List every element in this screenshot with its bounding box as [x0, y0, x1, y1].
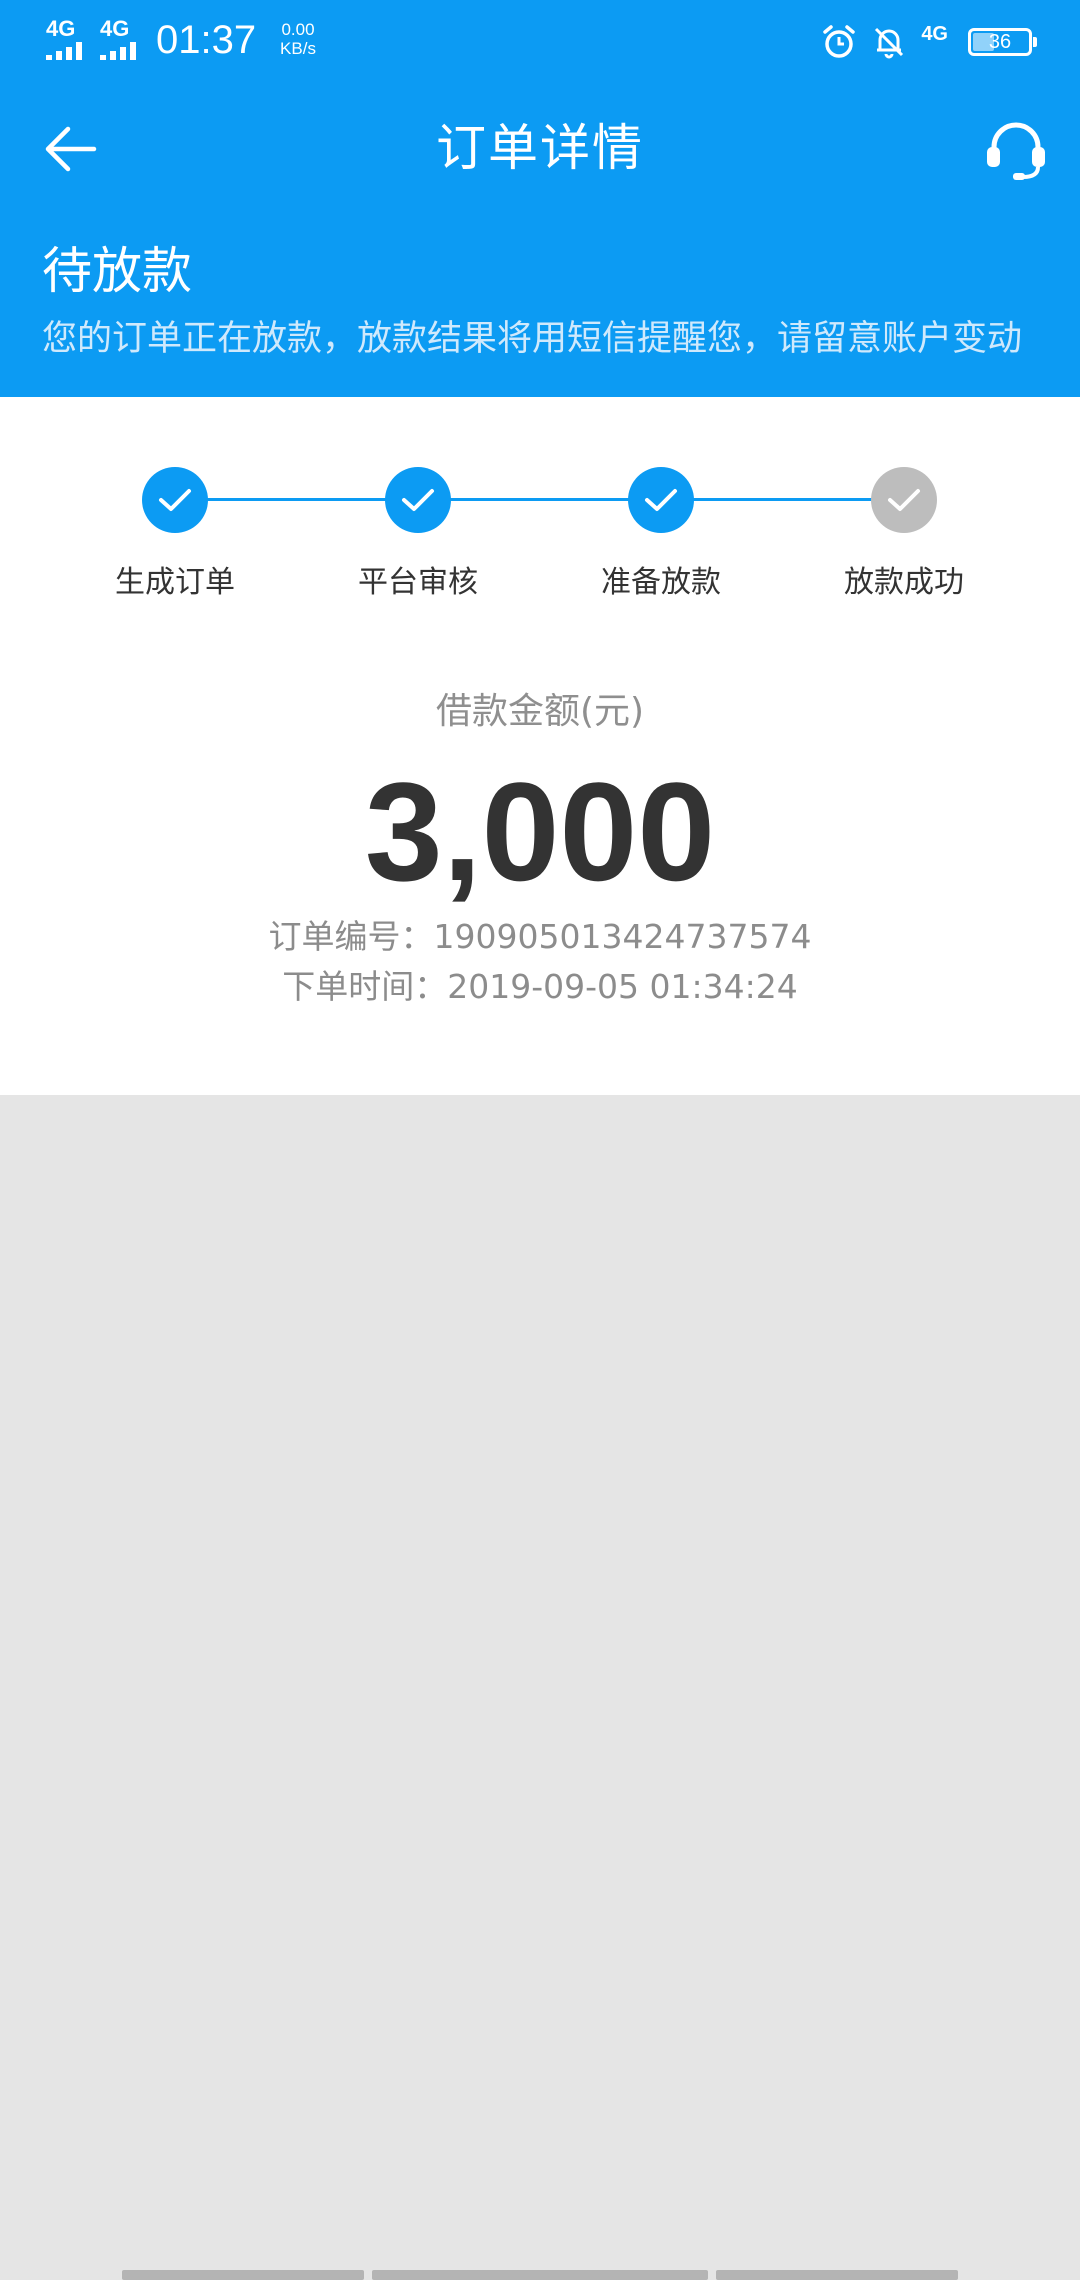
step-label: 放款成功 — [844, 565, 964, 600]
step-label: 生成订单 — [115, 565, 235, 600]
order-detail-card: 生成订单 平台审核 准备放款 放款成功 借款金额(元) 3,000 订单编号：1… — [0, 397, 1080, 1095]
order-time-row: 下单时间：2019-09-05 01:34:24 — [0, 965, 1080, 1009]
order-detail-page: 4G 4G 01:37 0.00 KB/s 4G 36 订单详情 待放款 您的订… — [0, 0, 1080, 2280]
network-speed: 0.00 KB/s — [268, 20, 328, 58]
status-icons: 4G 36 — [821, 20, 1037, 64]
order-number-value: 190905013424737574 — [433, 917, 812, 956]
step-check-icon — [871, 467, 937, 533]
right-network-label: 4G — [921, 23, 948, 45]
page-title: 订单详情 — [436, 119, 644, 177]
step-label: 准备放款 — [601, 565, 721, 600]
step-create-order: 生成订单 — [55, 467, 295, 603]
order-status-title: 待放款 — [42, 242, 192, 300]
sim1-network-label: 4G — [46, 16, 76, 41]
order-time-label: 下单时间： — [282, 967, 448, 1006]
order-time-value: 2019-09-05 01:34:24 — [447, 967, 798, 1006]
order-status-description: 您的订单正在放款，放款结果将用短信提醒您，请留意账户变动 — [42, 319, 1023, 359]
step-prepare-loan: 准备放款 — [541, 467, 781, 603]
status-time: 01:37 — [156, 18, 257, 62]
nav-gesture-bar[interactable] — [372, 2270, 708, 2280]
loan-amount-label: 借款金额(元) — [435, 691, 645, 732]
headset-icon — [987, 122, 1045, 180]
app-bar: 订单详情 — [0, 100, 1080, 196]
alarm-icon — [823, 25, 856, 58]
progress-stepper: 生成订单 平台审核 准备放款 放款成功 — [0, 467, 1080, 607]
speed-value: 0.00 — [281, 20, 315, 39]
header-area: 4G 4G 01:37 0.00 KB/s 4G 36 订单详情 待放款 您的订… — [0, 0, 1080, 397]
step-check-icon — [628, 467, 694, 533]
loan-amount: 3,000 — [364, 753, 716, 910]
battery-icon: 36 — [968, 28, 1037, 56]
step-check-icon — [385, 467, 451, 533]
sim2-network-label: 4G — [100, 16, 130, 41]
order-number-label: 订单编号： — [268, 917, 434, 956]
speed-unit: KB/s — [280, 39, 316, 58]
step-check-icon — [142, 467, 208, 533]
sim1-signal-icon: 4G — [46, 18, 106, 60]
customer-service-button[interactable] — [974, 110, 1058, 190]
battery-level: 36 — [988, 31, 1012, 53]
nav-gesture-bar[interactable] — [122, 2270, 364, 2280]
sim2-signal-icon: 4G — [100, 18, 160, 60]
step-label: 平台审核 — [358, 565, 478, 600]
nav-gesture-bar[interactable] — [716, 2270, 958, 2280]
step-platform-review: 平台审核 — [298, 467, 538, 603]
bell-off-icon — [875, 27, 904, 59]
step-loan-success: 放款成功 — [784, 467, 1024, 603]
order-number-row: 订单编号：190905013424737574 — [0, 915, 1080, 959]
status-bar: 4G 4G 01:37 0.00 KB/s 4G 36 — [0, 0, 1080, 80]
